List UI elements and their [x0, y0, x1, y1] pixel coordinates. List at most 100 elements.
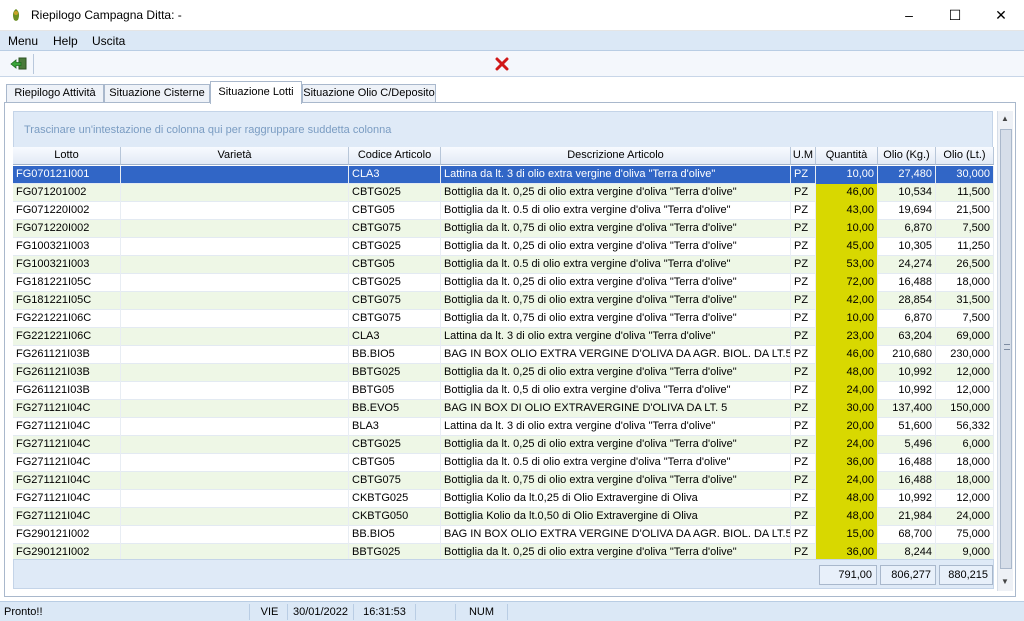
cell-descrizione-articolo[interactable]: BAG IN BOX OLIO EXTRA VERGINE D'OLIVA DA… — [441, 346, 791, 364]
cell-varieta[interactable] — [121, 436, 349, 454]
cell-varieta[interactable] — [121, 418, 349, 436]
cell-varieta[interactable] — [121, 202, 349, 220]
cell-lotto[interactable]: FG290121I002 — [13, 526, 121, 544]
cell-lotto[interactable]: FG271121I04C — [13, 454, 121, 472]
cell-quantita[interactable]: 48,00 — [816, 508, 878, 526]
cell-olio-kg[interactable]: 63,204 — [878, 328, 936, 346]
cell-codice-articolo[interactable]: BB.BIO5 — [349, 526, 441, 544]
cell-um[interactable]: PZ — [791, 256, 816, 274]
cell-lotto[interactable]: FG181221I05C — [13, 292, 121, 310]
cell-quantita[interactable]: 36,00 — [816, 454, 878, 472]
table-row[interactable]: FG181221I05C CBTG025 Bottiglia da lt. 0,25… — [13, 274, 994, 292]
cell-olio-lt[interactable]: 230,000 — [936, 346, 994, 364]
cell-lotto[interactable]: FG070121I001 — [13, 166, 121, 184]
cell-quantita[interactable]: 46,00 — [816, 346, 878, 364]
cell-lotto[interactable]: FG271121I04C — [13, 400, 121, 418]
cell-olio-kg[interactable]: 27,480 — [878, 166, 936, 184]
cell-olio-lt[interactable]: 26,500 — [936, 256, 994, 274]
table-row[interactable]: FG271121I04C CBTG05 Bottiglia da lt. 0.5 d… — [13, 454, 994, 472]
cell-lotto[interactable]: FG261121I03B — [13, 382, 121, 400]
maximize-button[interactable]: ☐ — [932, 0, 978, 31]
cell-olio-lt[interactable]: 24,000 — [936, 508, 994, 526]
exit-arrow-icon[interactable] — [10, 56, 28, 72]
cell-codice-articolo[interactable]: BBTG05 — [349, 382, 441, 400]
close-window-button[interactable]: ✕ — [978, 0, 1024, 31]
cell-varieta[interactable] — [121, 274, 349, 292]
cell-olio-kg[interactable]: 51,600 — [878, 418, 936, 436]
cell-codice-articolo[interactable]: CBTG025 — [349, 436, 441, 454]
table-row[interactable]: FG271121I04C CKBTG050 Bottiglia Kolio da l… — [13, 508, 994, 526]
cell-olio-lt[interactable]: 11,500 — [936, 184, 994, 202]
cell-lotto[interactable]: FG071220I002 — [13, 202, 121, 220]
column-header-descrizione-articolo[interactable]: Descrizione Articolo — [441, 147, 791, 165]
table-row[interactable]: FG271121I04C BLA3 Lattina da lt. 3 di olio… — [13, 418, 994, 436]
cell-quantita[interactable]: 23,00 — [816, 328, 878, 346]
cell-descrizione-articolo[interactable]: Lattina da lt. 3 di olio extra vergine d… — [441, 418, 791, 436]
cell-olio-lt[interactable]: 21,500 — [936, 202, 994, 220]
tab-riepilogo-attivita[interactable]: Riepilogo Attività — [6, 84, 104, 103]
cell-olio-lt[interactable]: 12,000 — [936, 364, 994, 382]
cell-varieta[interactable] — [121, 490, 349, 508]
table-row[interactable]: FG221221I06C CLA3 Lattina da lt. 3 di olio… — [13, 328, 994, 346]
cell-lotto[interactable]: FG271121I04C — [13, 418, 121, 436]
cell-lotto[interactable]: FG271121I04C — [13, 436, 121, 454]
cell-quantita[interactable]: 24,00 — [816, 436, 878, 454]
cell-quantita[interactable]: 72,00 — [816, 274, 878, 292]
cell-olio-lt[interactable]: 7,500 — [936, 310, 994, 328]
table-row[interactable]: FG261121I03B BBTG05 Bottiglia da lt. 0,5 d… — [13, 382, 994, 400]
menu-item-menu[interactable]: Menu — [8, 34, 38, 48]
table-row[interactable]: FG071220I002 CBTG05 Bottiglia da lt. 0.5 d… — [13, 202, 994, 220]
cell-varieta[interactable] — [121, 184, 349, 202]
cell-um[interactable]: PZ — [791, 220, 816, 238]
group-by-area[interactable]: Trascinare un'intestazione di colonna qu… — [13, 111, 993, 149]
cell-varieta[interactable] — [121, 256, 349, 274]
cell-varieta[interactable] — [121, 328, 349, 346]
cell-olio-lt[interactable]: 12,000 — [936, 490, 994, 508]
cell-lotto[interactable]: FG261121I03B — [13, 346, 121, 364]
cell-descrizione-articolo[interactable]: Lattina da lt. 3 di olio extra vergine d… — [441, 328, 791, 346]
table-row[interactable]: FG071220I002 CBTG075 Bottiglia da lt. 0,75… — [13, 220, 994, 238]
cell-lotto[interactable]: FG071220I002 — [13, 220, 121, 238]
cell-codice-articolo[interactable]: CBTG025 — [349, 274, 441, 292]
cell-descrizione-articolo[interactable]: Bottiglia da lt. 0,75 di olio extra verg… — [441, 310, 791, 328]
cell-olio-kg[interactable]: 24,274 — [878, 256, 936, 274]
cell-olio-lt[interactable]: 18,000 — [936, 454, 994, 472]
cell-quantita[interactable]: 42,00 — [816, 292, 878, 310]
cell-um[interactable]: PZ — [791, 274, 816, 292]
cell-um[interactable]: PZ — [791, 418, 816, 436]
cell-descrizione-articolo[interactable]: Bottiglia da lt. 0,25 di olio extra verg… — [441, 238, 791, 256]
cell-codice-articolo[interactable]: CBTG075 — [349, 220, 441, 238]
cell-olio-kg[interactable]: 10,305 — [878, 238, 936, 256]
table-row[interactable]: FG290121I002 BB.BIO5 BAG IN BOX OLIO EXTRA… — [13, 526, 994, 544]
cell-um[interactable]: PZ — [791, 454, 816, 472]
cell-varieta[interactable] — [121, 526, 349, 544]
cell-descrizione-articolo[interactable]: Bottiglia da lt. 0,25 di olio extra verg… — [441, 436, 791, 454]
cell-um[interactable]: PZ — [791, 472, 816, 490]
cell-olio-kg[interactable]: 6,870 — [878, 220, 936, 238]
table-row[interactable]: FG221221I06C CBTG075 Bottiglia da lt. 0,75… — [13, 310, 994, 328]
table-row[interactable]: FG100321I003 CBTG025 Bottiglia da lt. 0,25… — [13, 238, 994, 256]
cell-codice-articolo[interactable]: CLA3 — [349, 166, 441, 184]
cell-lotto[interactable]: FG071201002 — [13, 184, 121, 202]
vertical-scrollbar[interactable]: ▲ ▼ — [997, 111, 1013, 591]
cell-quantita[interactable]: 53,00 — [816, 256, 878, 274]
table-row[interactable]: FG181221I05C CBTG075 Bottiglia da lt. 0,75… — [13, 292, 994, 310]
table-row[interactable]: FG271121I04C CKBTG025 Bottiglia Kolio da l… — [13, 490, 994, 508]
cell-varieta[interactable] — [121, 454, 349, 472]
cell-olio-kg[interactable]: 16,488 — [878, 472, 936, 490]
cell-olio-kg[interactable]: 5,496 — [878, 436, 936, 454]
cell-olio-lt[interactable]: 69,000 — [936, 328, 994, 346]
cell-quantita[interactable]: 20,00 — [816, 418, 878, 436]
cell-olio-kg[interactable]: 28,854 — [878, 292, 936, 310]
cell-quantita[interactable]: 48,00 — [816, 364, 878, 382]
cell-codice-articolo[interactable]: BBTG025 — [349, 364, 441, 382]
cell-lotto[interactable]: FG181221I05C — [13, 274, 121, 292]
cell-um[interactable]: PZ — [791, 166, 816, 184]
cell-codice-articolo[interactable]: CBTG075 — [349, 310, 441, 328]
menu-item-help[interactable]: Help — [53, 34, 78, 48]
table-row[interactable]: FG071201002 CBTG025 Bottiglia da lt. 0,25 … — [13, 184, 994, 202]
cell-descrizione-articolo[interactable]: BAG IN BOX DI OLIO EXTRAVERGINE D'OLIVA … — [441, 400, 791, 418]
cell-olio-lt[interactable]: 18,000 — [936, 472, 994, 490]
column-header-quantita[interactable]: Quantità — [816, 147, 878, 165]
cell-olio-lt[interactable]: 12,000 — [936, 382, 994, 400]
